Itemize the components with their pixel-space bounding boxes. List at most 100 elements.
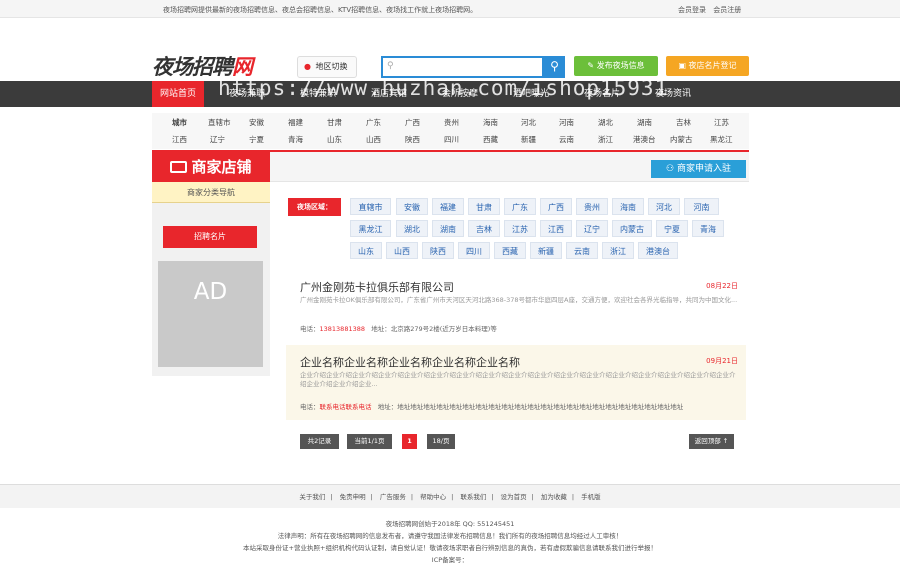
region-chip[interactable]: 直辖市 xyxy=(350,198,391,215)
city-item[interactable]: 青海 xyxy=(288,134,303,145)
city-item[interactable]: 河南 xyxy=(559,117,574,128)
nav-item-parttime[interactable]: 夜场兼职 xyxy=(229,81,265,107)
region-chip[interactable]: 新疆 xyxy=(530,242,562,259)
nav-item-massage[interactable]: 会所按摩 xyxy=(442,81,478,107)
register-link[interactable]: 会员注册 xyxy=(713,6,741,14)
city-item[interactable]: 云南 xyxy=(559,134,574,145)
city-item[interactable]: 四川 xyxy=(444,134,459,145)
city-item[interactable]: 城市 xyxy=(172,117,187,128)
pager-per-page[interactable]: 18/页 xyxy=(427,434,455,449)
listing-title[interactable]: 广州金刚苑卡拉俱乐部有限公司 xyxy=(300,279,454,295)
city-item[interactable]: 港澳台 xyxy=(633,134,656,145)
footer-link[interactable]: 帮助中心 xyxy=(420,493,446,501)
region-chip[interactable]: 浙江 xyxy=(602,242,634,259)
city-item[interactable]: 宁夏 xyxy=(249,134,264,145)
listing-title[interactable]: 企业名称企业名称企业名称企业名称企业名称 xyxy=(300,354,520,370)
search-button[interactable]: ⚲ xyxy=(544,56,565,78)
apply-merchant-button[interactable]: ⚇ 商家申请入驻 xyxy=(651,160,746,178)
login-link[interactable]: 会员登录 xyxy=(678,6,706,14)
city-item[interactable]: 吉林 xyxy=(676,117,691,128)
region-chip[interactable]: 吉林 xyxy=(468,220,500,237)
city-item[interactable]: 直辖市 xyxy=(208,117,231,128)
footer-link[interactable]: 手机版 xyxy=(581,493,601,501)
city-item[interactable]: 广西 xyxy=(405,117,420,128)
region-switch-button[interactable]: ● 地区切换 xyxy=(297,56,357,78)
region-chip[interactable]: 贵州 xyxy=(576,198,608,215)
city-item[interactable]: 湖北 xyxy=(598,117,613,128)
region-chip[interactable]: 河北 xyxy=(648,198,680,215)
city-item[interactable]: 湖南 xyxy=(637,117,652,128)
publish-info-button[interactable]: ✎ 发布夜场信息 xyxy=(574,56,658,76)
region-chip[interactable]: 青海 xyxy=(692,220,724,237)
region-chip[interactable]: 四川 xyxy=(458,242,490,259)
search-input[interactable]: ⚲ xyxy=(381,56,544,78)
city-item[interactable]: 浙江 xyxy=(598,134,613,145)
city-item[interactable]: 黑龙江 xyxy=(710,134,733,145)
footer-link[interactable]: 联系我们 xyxy=(460,493,486,501)
city-item[interactable]: 贵州 xyxy=(444,117,459,128)
region-chip[interactable]: 湖北 xyxy=(396,220,428,237)
footer-link[interactable]: 关于我们 xyxy=(299,493,325,501)
nav-item-bar[interactable]: 酒吧曝光 xyxy=(513,81,549,107)
city-item[interactable]: 辽宁 xyxy=(210,134,225,145)
footer-link[interactable]: 加为收藏 xyxy=(541,493,567,501)
region-chip[interactable]: 湖南 xyxy=(432,220,464,237)
footer-line: 本站采取身份证+营业执照+组织机构代码认证制，请自觉认证！敬请夜场求职者自行辨别… xyxy=(243,544,657,552)
apply-merchant-label: 商家申请入驻 xyxy=(676,164,731,174)
city-item[interactable]: 河北 xyxy=(521,117,536,128)
site-logo[interactable]: 夜场招聘网 xyxy=(152,51,253,81)
city-item[interactable]: 甘肃 xyxy=(327,117,342,128)
region-chip[interactable]: 山东 xyxy=(350,242,382,259)
region-chip[interactable]: 广东 xyxy=(504,198,536,215)
listing-item[interactable]: 广州金刚苑卡拉俱乐部有限公司 08月22日 广州金刚苑卡拉OK俱乐部有限公司，广… xyxy=(286,270,746,340)
region-chip[interactable]: 江苏 xyxy=(504,220,536,237)
region-chip[interactable]: 河南 xyxy=(684,198,719,215)
region-chip[interactable]: 山西 xyxy=(386,242,418,259)
footer-link[interactable]: 设为首页 xyxy=(501,493,527,501)
region-chip[interactable]: 陕西 xyxy=(422,242,454,259)
region-chip[interactable]: 内蒙古 xyxy=(612,220,652,237)
region-chip[interactable]: 安徽 xyxy=(396,198,428,215)
nav-item-home[interactable]: 网站首页 xyxy=(152,81,205,107)
shop-card-button[interactable]: ▣ 夜店名片登记 xyxy=(666,56,749,76)
city-item[interactable]: 海南 xyxy=(483,117,498,128)
back-to-top-button[interactable]: 返回顶部 ↑ xyxy=(689,434,734,449)
city-item[interactable]: 内蒙古 xyxy=(670,134,693,145)
region-chip[interactable]: 海南 xyxy=(612,198,644,215)
footer-link[interactable]: 免责申明 xyxy=(340,493,366,501)
city-item[interactable]: 山西 xyxy=(366,134,381,145)
shop-sidebar-header: 商家店铺 xyxy=(152,152,270,182)
region-chip[interactable]: 港澳台 xyxy=(638,242,678,259)
region-chip[interactable]: 宁夏 xyxy=(656,220,688,237)
pager-page-1[interactable]: 1 xyxy=(402,434,417,449)
footer-link[interactable]: 广告服务 xyxy=(380,493,406,501)
city-item[interactable]: 江苏 xyxy=(714,117,729,128)
listing-description: 企业介绍企业介绍企业介绍企业介绍企业介绍企业介绍企业介绍企业介绍企业介绍企业介绍… xyxy=(300,371,736,388)
region-chip[interactable]: 西藏 xyxy=(494,242,526,259)
region-chip[interactable]: 辽宁 xyxy=(576,220,608,237)
city-item[interactable]: 福建 xyxy=(288,117,303,128)
nav-item-cards[interactable]: 夜场名片 xyxy=(584,81,620,107)
nav-item-hotel[interactable]: 酒店宾馆 xyxy=(371,81,407,107)
region-chip[interactable]: 广西 xyxy=(540,198,572,215)
city-item[interactable]: 西藏 xyxy=(483,134,498,145)
region-chip[interactable]: 黑龙江 xyxy=(350,220,391,237)
region-chip[interactable]: 江西 xyxy=(540,220,572,237)
city-item[interactable]: 江西 xyxy=(172,134,187,145)
shop-sidebar: 商家店铺 商家分类导航 招聘名片 AD xyxy=(152,152,270,376)
city-item[interactable]: 陕西 xyxy=(405,134,420,145)
nav-item-news[interactable]: 夜场资讯 xyxy=(655,81,691,107)
region-chip[interactable]: 甘肃 xyxy=(468,198,500,215)
region-chip[interactable]: 云南 xyxy=(566,242,598,259)
city-item[interactable]: 安徽 xyxy=(249,117,264,128)
nav-item-model[interactable]: 模特兼职 xyxy=(300,81,336,107)
ad-placeholder[interactable]: AD xyxy=(158,261,263,367)
magnifier-icon: ⚲ xyxy=(550,59,559,73)
city-item[interactable]: 新疆 xyxy=(521,134,536,145)
city-item[interactable]: 山东 xyxy=(327,134,342,145)
category-nav[interactable]: 商家分类导航 xyxy=(152,182,270,203)
region-chip[interactable]: 福建 xyxy=(432,198,464,215)
recruit-card-tag[interactable]: 招聘名片 xyxy=(163,226,257,248)
listing-item[interactable]: 企业名称企业名称企业名称企业名称企业名称 09月21日 企业介绍企业介绍企业介绍… xyxy=(286,345,746,420)
city-item[interactable]: 广东 xyxy=(366,117,381,128)
